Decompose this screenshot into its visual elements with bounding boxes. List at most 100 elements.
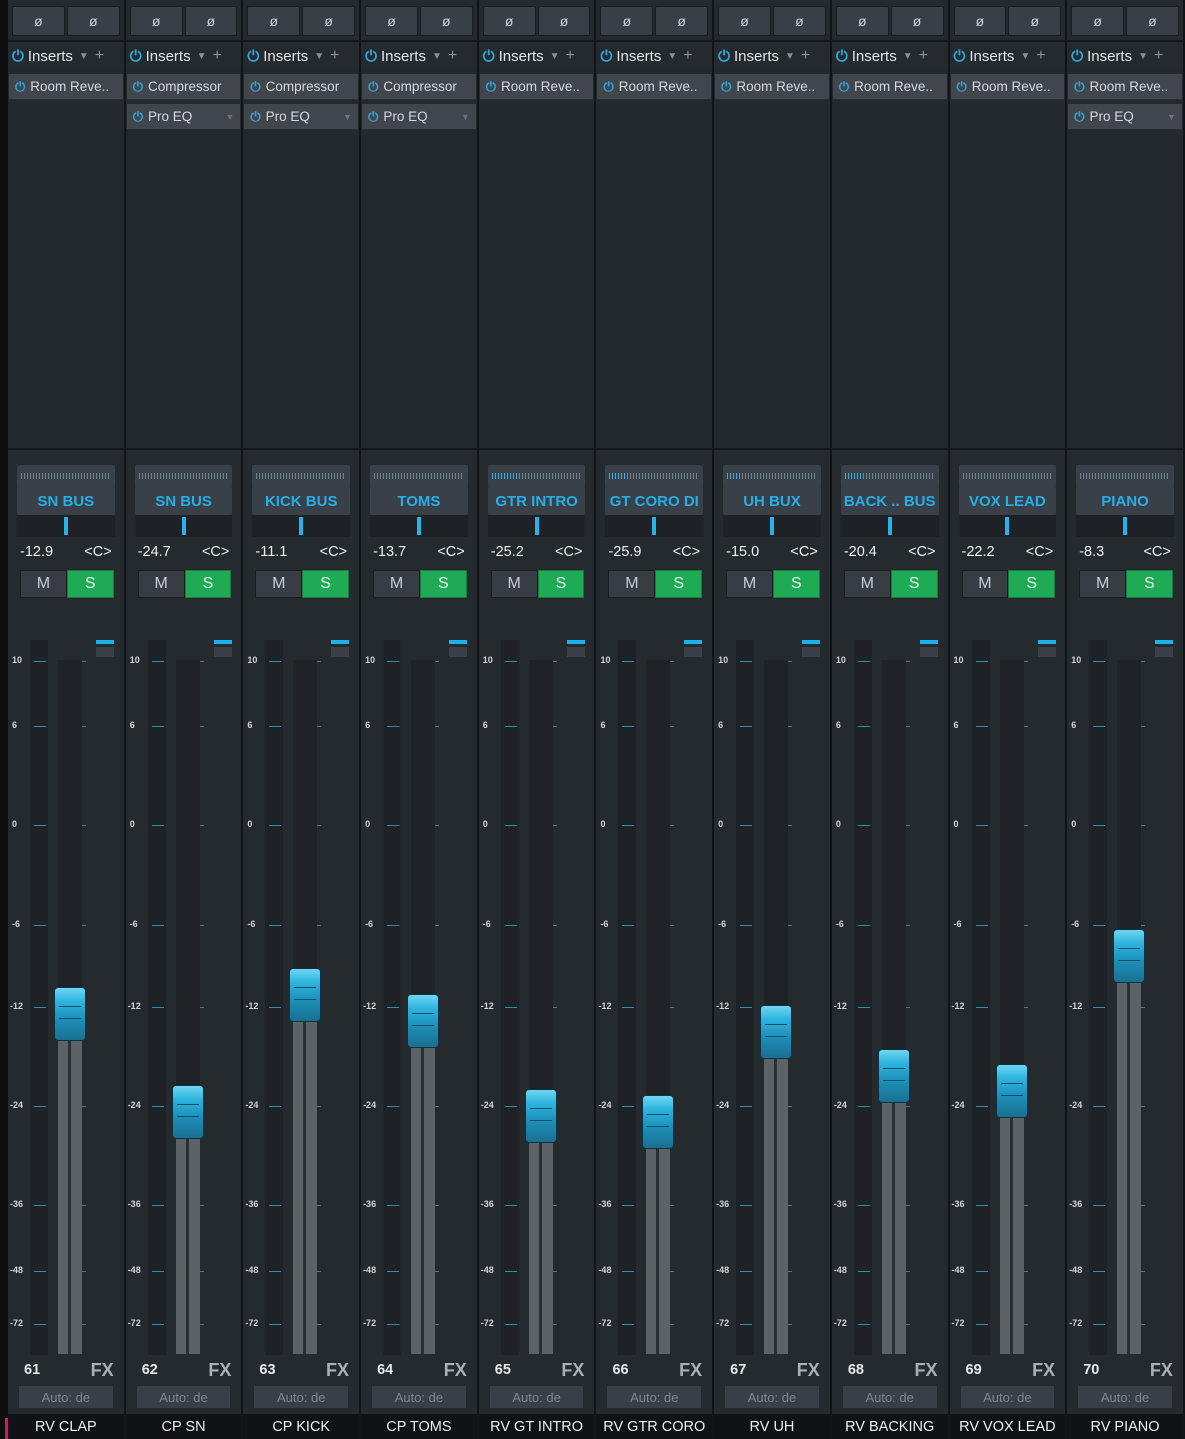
pan-control[interactable] — [252, 515, 351, 537]
add-insert-icon[interactable]: + — [330, 47, 339, 65]
channel-name[interactable]: RV BACKING — [831, 1414, 948, 1439]
phase-invert-left-button[interactable]: ø — [1071, 6, 1125, 36]
pan-control[interactable] — [958, 515, 1057, 537]
output-destination[interactable]: VOX LEAD — [958, 487, 1057, 515]
power-icon[interactable]: ⏻ — [133, 110, 143, 123]
add-insert-icon[interactable]: + — [1154, 47, 1163, 65]
fx-button[interactable]: FX — [1032, 1360, 1055, 1381]
pan-value[interactable]: <C> — [202, 544, 229, 560]
output-destination[interactable]: SN BUS — [134, 487, 233, 515]
fx-button[interactable]: FX — [208, 1360, 231, 1381]
power-icon[interactable]: ⏻ — [836, 49, 848, 64]
insert-slots[interactable] — [478, 68, 595, 448]
power-icon[interactable]: ⏻ — [247, 49, 259, 64]
fx-button[interactable]: FX — [561, 1360, 584, 1381]
volume-value[interactable]: -11.1 — [255, 544, 287, 560]
solo-button[interactable]: S — [537, 570, 585, 598]
mute-button[interactable]: M — [961, 570, 1009, 598]
fx-button[interactable]: FX — [914, 1360, 937, 1381]
inserts-dropdown-icon[interactable]: ▼ — [903, 51, 913, 62]
mute-button[interactable]: M — [20, 570, 67, 598]
pan-value[interactable]: <C> — [1026, 544, 1053, 560]
power-icon[interactable]: ⏻ — [1074, 80, 1084, 93]
insert-slots[interactable] — [831, 68, 948, 448]
channel-name[interactable]: RV VOX LEAD — [949, 1414, 1066, 1439]
add-insert-icon[interactable]: + — [683, 47, 692, 65]
fx-button[interactable]: FX — [444, 1360, 467, 1381]
volume-fader-handle[interactable] — [171, 1084, 204, 1139]
phase-invert-left-button[interactable]: ø — [835, 6, 889, 36]
volume-fader-handle[interactable] — [524, 1088, 557, 1143]
clip-indicator[interactable] — [1037, 640, 1056, 644]
insert-plugin-slot[interactable]: ⏻ Compressor — [126, 74, 241, 100]
phase-invert-left-button[interactable]: ø — [365, 6, 418, 36]
volume-fader-handle[interactable] — [760, 1004, 793, 1059]
insert-slots[interactable] — [949, 68, 1066, 448]
solo-button[interactable]: S — [419, 570, 467, 598]
volume-value[interactable]: -15.0 — [726, 544, 759, 560]
channel-name[interactable]: RV GT INTRO — [478, 1414, 595, 1439]
mute-button[interactable]: M — [255, 570, 303, 598]
channel-name[interactable]: CP TOMS — [361, 1414, 477, 1439]
insert-plugin-slot[interactable]: ⏻ Compressor — [244, 74, 359, 100]
pan-value[interactable]: <C> — [908, 544, 935, 560]
add-insert-icon[interactable]: + — [801, 47, 810, 65]
clip-indicator[interactable] — [96, 640, 114, 644]
add-insert-icon[interactable]: + — [1036, 47, 1045, 65]
clip-indicator[interactable] — [449, 640, 468, 644]
power-icon[interactable]: ⏻ — [718, 49, 730, 64]
phase-invert-left-button[interactable]: ø — [12, 6, 65, 36]
solo-button[interactable]: S — [655, 570, 703, 598]
insert-plugin-slot[interactable]: ⏻ Room Reve.. — [950, 74, 1065, 100]
power-icon[interactable]: ⏻ — [133, 80, 143, 93]
channel-name[interactable]: RV CLAP — [8, 1414, 124, 1439]
inserts-dropdown-icon[interactable]: ▼ — [550, 51, 560, 62]
automation-mode-select[interactable]: Auto: de — [725, 1386, 819, 1408]
clip-indicator[interactable] — [684, 640, 703, 644]
power-icon[interactable]: ⏻ — [721, 80, 731, 93]
phase-invert-left-button[interactable]: ø — [953, 6, 1007, 36]
automation-mode-select[interactable]: Auto: de — [489, 1386, 584, 1408]
output-destination[interactable]: SN BUS — [17, 487, 115, 515]
fx-button[interactable]: FX — [1150, 1360, 1173, 1381]
phase-invert-right-button[interactable]: ø — [184, 6, 238, 36]
insert-plugin-slot[interactable]: ⏻ Pro EQ ▼ — [362, 104, 476, 130]
channel-name[interactable]: RV UH — [714, 1414, 830, 1439]
power-icon[interactable]: ⏻ — [365, 49, 377, 64]
solo-button[interactable]: S — [890, 570, 938, 598]
mute-button[interactable]: M — [608, 570, 656, 598]
pan-control[interactable] — [723, 515, 821, 537]
inserts-header[interactable]: ⏻ Inserts ▼ + — [483, 46, 593, 66]
channel-name[interactable]: RV PIANO — [1067, 1414, 1183, 1439]
phase-invert-right-button[interactable]: ø — [302, 6, 356, 36]
phase-invert-right-button[interactable]: ø — [655, 6, 709, 36]
pan-control[interactable] — [605, 515, 704, 537]
clip-indicator[interactable] — [566, 640, 585, 644]
automation-mode-select[interactable]: Auto: de — [960, 1386, 1055, 1408]
pan-control[interactable] — [134, 515, 233, 537]
insert-slots[interactable] — [596, 68, 713, 448]
solo-button[interactable]: S — [66, 570, 114, 598]
insert-plugin-slot[interactable]: ⏻ Compressor — [362, 74, 476, 100]
power-icon[interactable]: ⏻ — [957, 80, 967, 93]
solo-button[interactable]: S — [184, 570, 232, 598]
power-icon[interactable]: ⏻ — [250, 80, 260, 93]
output-destination[interactable]: UH BUX — [723, 487, 821, 515]
volume-fader-handle[interactable] — [289, 967, 322, 1022]
volume-fader-handle[interactable] — [54, 987, 86, 1042]
inserts-header[interactable]: ⏻ Inserts ▼ + — [12, 46, 122, 66]
phase-invert-right-button[interactable]: ø — [890, 6, 944, 36]
power-icon[interactable]: ⏻ — [368, 80, 378, 93]
add-insert-icon[interactable]: + — [919, 47, 928, 65]
pan-control[interactable] — [487, 515, 586, 537]
insert-plugin-slot[interactable]: ⏻ Pro EQ ▼ — [244, 104, 359, 130]
power-icon[interactable]: ⏻ — [839, 80, 849, 93]
volume-value[interactable]: -22.2 — [962, 544, 995, 560]
inserts-dropdown-icon[interactable]: ▼ — [432, 51, 442, 62]
pan-control[interactable] — [17, 515, 115, 537]
inserts-dropdown-icon[interactable]: ▼ — [1138, 51, 1148, 62]
phase-invert-right-button[interactable]: ø — [1126, 6, 1179, 36]
inserts-header[interactable]: ⏻ Inserts ▼ + — [130, 46, 240, 66]
pan-control[interactable] — [370, 515, 468, 537]
volume-value[interactable]: -25.2 — [491, 544, 524, 560]
